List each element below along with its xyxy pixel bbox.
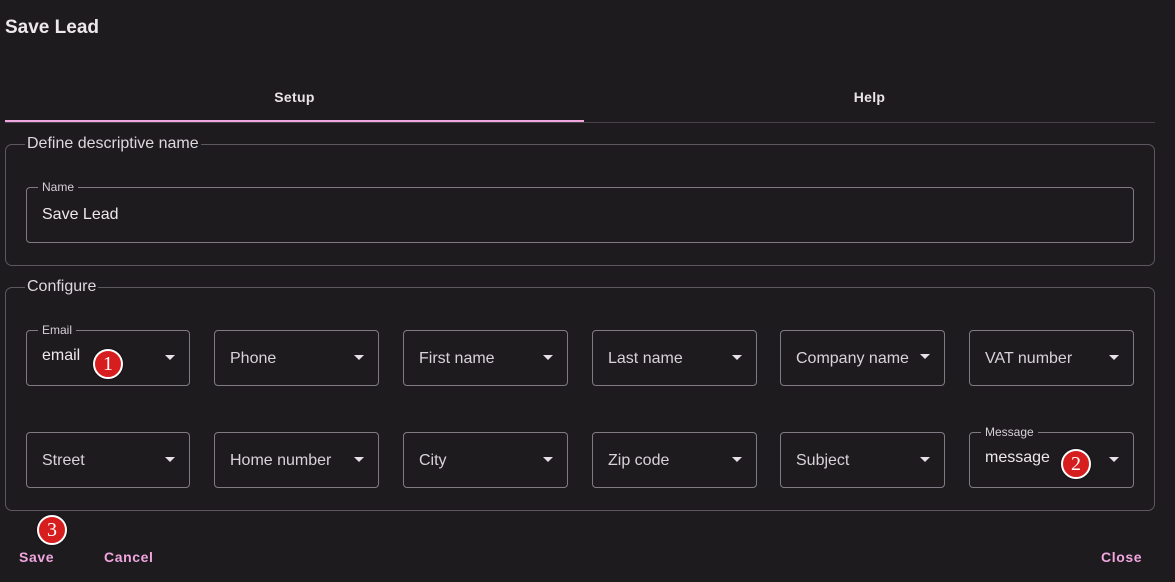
phone-select[interactable]: Phone xyxy=(214,330,379,386)
step-marker-1: 1 xyxy=(93,349,123,379)
chevron-down-icon xyxy=(354,355,364,360)
step-marker-2: 2 xyxy=(1061,449,1091,479)
home-number-select[interactable]: Home number xyxy=(214,432,379,488)
first-name-select[interactable]: First name xyxy=(403,330,568,386)
chevron-down-icon xyxy=(1109,457,1119,462)
city-select[interactable]: City xyxy=(403,432,568,488)
city-select-placeholder: City xyxy=(419,452,447,469)
vat-number-select[interactable]: VAT number xyxy=(969,330,1134,386)
company-name-select[interactable]: Company name xyxy=(780,330,945,386)
last-name-select[interactable]: Last name xyxy=(592,330,757,386)
last-name-select-placeholder: Last name xyxy=(608,350,683,367)
subject-select[interactable]: Subject xyxy=(780,432,945,488)
close-button[interactable]: Close xyxy=(1101,549,1142,565)
dialog-title: Save Lead xyxy=(5,17,99,38)
cancel-button[interactable]: Cancel xyxy=(104,549,154,565)
chevron-down-icon xyxy=(920,457,930,462)
chevron-down-icon xyxy=(165,457,175,462)
message-select-value: message xyxy=(985,449,1050,466)
email-select-value: email xyxy=(42,347,81,364)
zip-code-select-placeholder: Zip code xyxy=(608,452,670,469)
vat-number-select-placeholder: VAT number xyxy=(985,350,1073,367)
street-select-placeholder: Street xyxy=(42,452,85,469)
chevron-down-icon xyxy=(543,355,553,360)
email-select-label: Email xyxy=(38,322,77,338)
zip-code-select[interactable]: Zip code xyxy=(592,432,757,488)
save-button[interactable]: Save xyxy=(19,549,54,565)
tab-setup[interactable]: Setup xyxy=(5,82,584,122)
home-number-select-placeholder: Home number xyxy=(230,452,332,469)
chevron-down-icon xyxy=(1109,355,1119,360)
name-field[interactable]: Name Save Lead xyxy=(26,179,1134,243)
name-section: Define descriptive name Name Save Lead xyxy=(5,136,1155,266)
tab-bar: Setup Help xyxy=(5,82,1155,123)
company-name-select-placeholder: Company name xyxy=(796,350,909,367)
name-section-legend: Define descriptive name xyxy=(27,135,199,152)
subject-select-placeholder: Subject xyxy=(796,452,850,469)
name-field-label: Name xyxy=(38,179,79,195)
configure-section: Configure Email email Phone First name L… xyxy=(5,279,1155,511)
configure-section-legend: Configure xyxy=(27,278,97,295)
message-select[interactable]: Message message xyxy=(969,424,1134,488)
tab-help[interactable]: Help xyxy=(580,82,1159,122)
first-name-select-placeholder: First name xyxy=(419,350,495,367)
phone-select-placeholder: Phone xyxy=(230,350,277,367)
chevron-down-icon xyxy=(732,457,742,462)
chevron-down-icon xyxy=(543,457,553,462)
chevron-down-icon xyxy=(920,354,930,359)
chevron-down-icon xyxy=(354,457,364,462)
chevron-down-icon xyxy=(165,355,175,360)
name-field-value: Save Lead xyxy=(42,206,119,223)
chevron-down-icon xyxy=(732,355,742,360)
step-marker-3: 3 xyxy=(37,515,67,545)
street-select[interactable]: Street xyxy=(26,432,190,488)
message-select-label: Message xyxy=(981,424,1038,440)
